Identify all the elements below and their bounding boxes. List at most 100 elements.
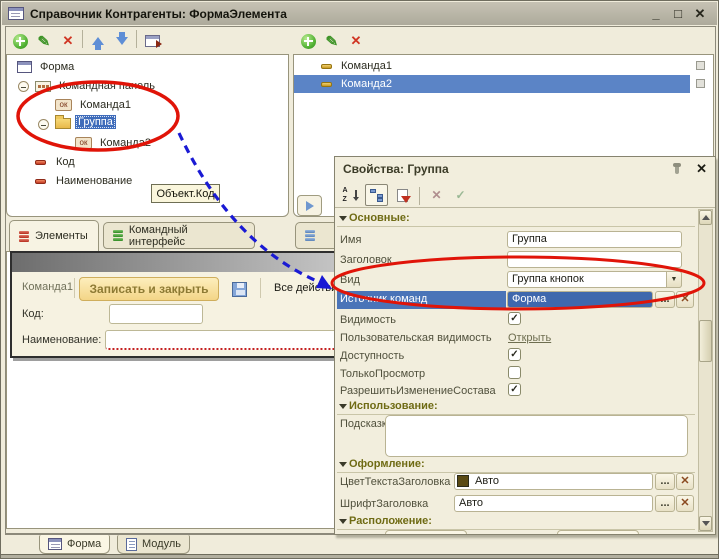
tree-item-label: Командная панель <box>56 79 158 93</box>
tree-item-command-bar[interactable]: Командная панель <box>35 78 158 94</box>
name-field-label: Наименование: <box>22 334 101 346</box>
list-add-button[interactable] <box>297 30 319 52</box>
save-button[interactable] <box>226 278 252 300</box>
move-down-button[interactable] <box>111 30 133 52</box>
plus-icon <box>301 34 316 49</box>
save-and-close-button[interactable]: Записать и закрыть <box>79 277 219 301</box>
filter-page-icon <box>397 189 408 202</box>
section-usage[interactable]: Использование: <box>337 400 695 415</box>
prop-caption-input[interactable] <box>507 251 682 268</box>
tree-item-code[interactable]: Код <box>35 154 78 170</box>
tree-delete-button[interactable]: ✕ <box>57 30 79 52</box>
section-main[interactable]: Основные: <box>337 212 695 227</box>
list-item-label: Команда2 <box>341 78 392 90</box>
apply-edit-button[interactable]: ✓ <box>449 184 472 206</box>
command-interface-tab-icon <box>113 230 123 241</box>
toolbar-separator <box>74 278 75 298</box>
tree-item-command1[interactable]: ок Команда1 <box>55 97 134 113</box>
kind-dropdown-button[interactable]: ▼ <box>666 271 682 288</box>
attributes-tab-icon <box>305 230 315 241</box>
list-item-command2-selected[interactable]: Команда2 <box>294 75 690 93</box>
tree-item-label: Команда2 <box>97 136 154 150</box>
command-source-clear-button[interactable]: ✕ <box>676 291 694 308</box>
header-text-color-input[interactable]: Авто <box>454 473 653 490</box>
form-elements-tree[interactable]: Форма Командная панель ок Команда1 Групп… <box>6 54 289 217</box>
scrollbar-thumb[interactable] <box>699 320 712 362</box>
preview-play-button[interactable] <box>297 195 322 216</box>
tab-elements[interactable]: Элементы <box>9 220 99 251</box>
prop-label-name: Имя <box>340 234 361 246</box>
list-delete-button[interactable]: ✕ <box>345 30 367 52</box>
prop-label-command-source-highlighted: Источник команд <box>337 291 506 309</box>
section-appearance[interactable]: Оформление: <box>337 458 695 473</box>
user-visibility-open-link[interactable]: Открыть <box>508 332 551 344</box>
tab-command-interface[interactable]: Командный интерфейс <box>103 222 255 249</box>
header-font-input[interactable]: Авто <box>454 495 653 512</box>
field-icon <box>35 160 46 165</box>
header-text-color-ellipsis-button[interactable]: ... <box>655 473 675 490</box>
tree-add-button[interactable] <box>9 30 31 52</box>
maximize-button[interactable]: □ <box>667 6 689 22</box>
code-input[interactable] <box>109 304 203 324</box>
scroll-down-button[interactable] <box>699 516 712 531</box>
tree-edit-button[interactable]: ✎ <box>33 30 55 52</box>
sort-alphabetical-button[interactable]: AZ <box>339 184 362 206</box>
collapse-icon[interactable] <box>38 119 49 130</box>
close-button[interactable]: ✕ <box>689 6 711 22</box>
object-code-tooltip: Объект.Код <box>151 184 220 203</box>
tooltip-textarea[interactable] <box>385 415 688 457</box>
list-item-checkbox[interactable] <box>696 61 705 70</box>
tree-item-form[interactable]: Форма <box>17 59 77 75</box>
module-tab-icon <box>126 538 137 551</box>
list-item-checkbox[interactable] <box>696 79 705 88</box>
move-up-button[interactable] <box>87 30 109 52</box>
form-properties-button[interactable] <box>141 30 163 52</box>
prop-kind-combobox[interactable]: Группа кнопок <box>507 271 682 288</box>
window-titlebar: Справочник Контрагенты: ФормаЭлемента _ … <box>2 2 717 25</box>
scroll-up-button[interactable] <box>699 210 712 225</box>
collapse-icon[interactable] <box>18 81 29 92</box>
prop-name-input[interactable]: Группа <box>507 231 682 248</box>
header-font-clear-button[interactable]: ✕ <box>676 495 694 512</box>
tree-item-group[interactable]: Группа <box>55 114 116 130</box>
categories-icon <box>370 189 384 202</box>
header-font-ellipsis-button[interactable]: ... <box>655 495 675 512</box>
prop-label-kind: Вид <box>340 274 360 286</box>
tree-item-label: Наименование <box>53 174 135 188</box>
tree-item-name[interactable]: Наименование <box>35 173 135 189</box>
important-properties-button[interactable] <box>391 184 414 206</box>
enabled-checkbox[interactable]: ✓ <box>508 348 521 361</box>
code-field-label: Код: <box>22 308 44 320</box>
command-source-ellipsis-button[interactable]: ... <box>655 291 675 308</box>
ok-button-icon: ок <box>75 137 92 149</box>
prop-command-source-input[interactable]: Форма <box>507 291 653 308</box>
properties-scrollbar[interactable] <box>698 209 713 532</box>
tree-item-label: Команда1 <box>77 98 134 112</box>
tab-module[interactable]: Модуль <box>117 535 190 554</box>
allow-composition-checkbox[interactable]: ✓ <box>508 383 521 396</box>
preview-command1-button[interactable]: Команда1 <box>22 281 73 293</box>
toolbar-separator <box>136 30 137 48</box>
tab-form[interactable]: Форма <box>39 535 110 554</box>
prop-label-visibility: Видимость <box>340 314 396 326</box>
group-by-categories-button[interactable] <box>365 184 388 206</box>
all-actions-button[interactable]: Все действия <box>274 282 343 294</box>
form-tab-icon <box>48 538 62 550</box>
tree-item-command2[interactable]: ок Команда2 <box>75 135 154 151</box>
properties-panel-title: Свойства: Группа <box>335 157 715 181</box>
list-item-command1[interactable]: Команда1 <box>294 57 690 75</box>
list-edit-button[interactable]: ✎ <box>321 30 343 52</box>
command-bar-icon <box>35 81 51 92</box>
properties-panel: Свойства: Группа ✕ AZ ✕ ✓ Основные: Имя … <box>334 156 716 535</box>
pin-icon[interactable] <box>675 164 679 174</box>
clipped-control <box>557 530 639 535</box>
section-layout[interactable]: Расположение: <box>337 515 695 530</box>
properties-close-button[interactable]: ✕ <box>696 161 707 177</box>
triangle-down-icon <box>702 521 710 526</box>
cancel-edit-button[interactable]: ✕ <box>425 184 448 206</box>
header-text-color-clear-button[interactable]: ✕ <box>676 473 694 490</box>
designer-window: Справочник Контрагенты: ФормаЭлемента _ … <box>0 0 719 559</box>
visibility-checkbox[interactable]: ✓ <box>508 312 521 325</box>
minimize-button[interactable]: _ <box>645 6 667 22</box>
view-only-checkbox[interactable] <box>508 366 521 379</box>
